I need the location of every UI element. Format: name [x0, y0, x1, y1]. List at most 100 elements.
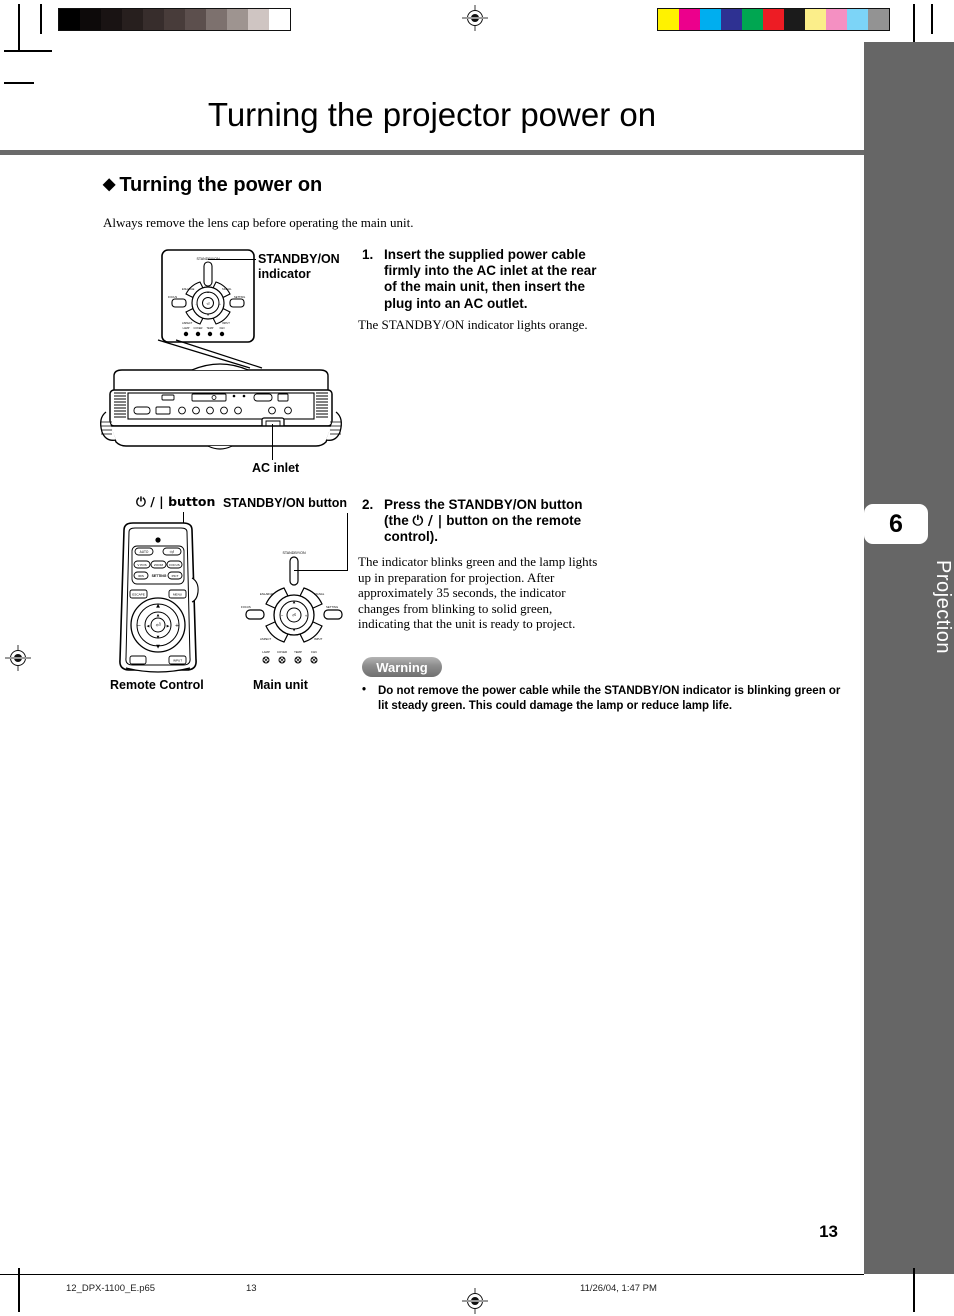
grayscale-swatch-6 [185, 9, 206, 30]
svg-text:⏎: ⏎ [155, 622, 160, 629]
svg-text:−: − [137, 623, 141, 629]
svg-text:IRIS: IRIS [138, 574, 144, 578]
svg-text:⏻/I: ⏻/I [170, 550, 175, 554]
grayscale-swatch-5 [164, 9, 185, 30]
svg-text:FAN: FAN [220, 327, 225, 330]
svg-text:▲: ▲ [156, 603, 160, 609]
power-symbol-icon: ⏻ / | [412, 513, 443, 530]
warning-bullet-icon: • [362, 684, 367, 696]
svg-text:▼: ▼ [156, 644, 160, 650]
svg-text:TEMP: TEMP [294, 650, 302, 654]
svg-text:▼: ▼ [157, 635, 160, 639]
step-2-instruction: Press the STANDBY/ON button (the ⏻ / | b… [384, 497, 602, 546]
step-2: 2. Press the STANDBY/ON button (the ⏻ / … [362, 497, 602, 546]
svg-text:SIGNAL: SIGNAL [222, 287, 232, 291]
grayscale-calibration-bar [58, 8, 291, 31]
lead-paragraph: Always remove the lens cap before operat… [103, 215, 414, 230]
svg-text:COVER: COVER [277, 650, 287, 654]
color-swatch-7 [805, 9, 826, 30]
crop-mark-tl-h [4, 50, 52, 52]
warning-text: Do not remove the power cable while the … [378, 685, 841, 712]
color-swatch-8 [826, 9, 847, 30]
standby-indicator-label-line2: indicator [258, 267, 311, 281]
warning-badge: Warning [362, 657, 442, 677]
crop-mark-tl3-h [4, 82, 34, 84]
grayscale-swatch-4 [143, 9, 164, 30]
footer-rule [0, 1274, 864, 1276]
svg-text:INPUT: INPUT [314, 637, 323, 641]
svg-text:INPUT: INPUT [222, 321, 230, 325]
svg-text:V POS: V POS [137, 563, 146, 567]
crop-mark-tl2-v [40, 4, 42, 34]
remote-control-caption: Remote Control [110, 678, 204, 692]
svg-text:+: + [305, 614, 308, 618]
color-swatch-10 [868, 9, 889, 30]
grayscale-swatch-3 [122, 9, 143, 30]
page-title: Turning the projector power on [207, 96, 657, 133]
svg-text:−: − [281, 614, 284, 618]
svg-text:⏎: ⏎ [292, 613, 296, 619]
registration-mark-bottom [462, 1288, 488, 1314]
registration-mark-left [5, 645, 31, 671]
svg-text:ESCAPE: ESCAPE [132, 593, 145, 597]
step-1-number: 1. [362, 247, 374, 262]
figure-projector-rear [100, 363, 342, 450]
color-swatch-2 [700, 9, 721, 30]
crop-mark-tr2-v [931, 4, 933, 34]
section-heading: ◆ Turning the power on [103, 174, 322, 197]
svg-text:FAN: FAN [311, 650, 316, 654]
step-2-note: The indicator blinks green and the lamp … [358, 554, 598, 632]
color-swatch-9 [847, 9, 868, 30]
crop-mark-tl-v [18, 4, 20, 52]
footer-timestamp: 11/26/04, 1:47 PM [580, 1283, 657, 1294]
power-button-label: ⏻ / | button [136, 494, 215, 510]
svg-text:SETTING: SETTING [234, 295, 245, 299]
svg-text:+: + [175, 623, 179, 629]
ac-inlet-label: AC inlet [252, 461, 300, 475]
section-heading-text: Turning the power on [119, 174, 323, 196]
svg-text:COVER: COVER [194, 327, 203, 330]
svg-text:FOCUS: FOCUS [241, 605, 251, 609]
color-swatch-0 [658, 9, 679, 30]
svg-text:▲: ▲ [293, 600, 296, 604]
svg-text:FOCUS: FOCUS [168, 295, 177, 299]
svg-text:ASPECT: ASPECT [260, 637, 271, 641]
svg-text:STANDBY/ON: STANDBY/ON [282, 551, 306, 555]
color-swatch-3 [721, 9, 742, 30]
footer-filename: 12_DPX-1100_E.p65 [66, 1283, 156, 1294]
grayscale-swatch-9 [248, 9, 269, 30]
page-number: 13 [819, 1222, 838, 1241]
footer-page: 13 [246, 1283, 257, 1294]
svg-text:▼: ▼ [293, 628, 296, 632]
grayscale-swatch-7 [206, 9, 227, 30]
svg-text:ENLARGE: ENLARGE [260, 592, 274, 596]
leader-line-standby-button-h [294, 570, 348, 572]
title-divider [0, 150, 864, 155]
chapter-name-label: Projection [932, 560, 954, 654]
svg-text:LAMP: LAMP [183, 327, 190, 330]
leader-line-standby-button-v [347, 513, 349, 571]
svg-text:PICT: PICT [172, 574, 179, 578]
svg-text:▼: ▼ [207, 314, 210, 317]
document-page: 6 Projection Turning the projector power… [0, 0, 954, 1316]
svg-text:FOCUS: FOCUS [169, 563, 180, 567]
svg-text:SETTING: SETTING [152, 574, 167, 578]
standby-indicator-label: STANDBY/ON indicator [258, 252, 340, 282]
title-band: Turning the projector power on [0, 96, 864, 146]
step-1: 1. Insert the supplied power cable firml… [362, 247, 602, 312]
crop-mark-bl-v [18, 1268, 20, 1312]
svg-text:TEMP: TEMP [207, 327, 214, 330]
chapter-number-badge: 6 [864, 504, 928, 544]
color-swatch-1 [679, 9, 700, 30]
leader-line-ac-inlet [272, 424, 274, 460]
standby-indicator-label-line1: STANDBY/ON [258, 252, 340, 266]
svg-text:▲: ▲ [207, 291, 210, 294]
step-2-number: 2. [362, 497, 374, 512]
diamond-bullet-icon: ◆ [103, 176, 116, 193]
svg-text:AUTO: AUTO [140, 550, 149, 554]
figure-control-panel-closeup: STANDBY/ON ⏎ ENLARGE SIGNAL FOCUS SETTIN… [161, 249, 255, 343]
step-1-note: The STANDBY/ON indicator lights orange. [358, 317, 588, 332]
grayscale-swatch-10 [269, 9, 290, 30]
svg-text:◀: ◀ [147, 624, 150, 628]
color-swatch-6 [784, 9, 805, 30]
